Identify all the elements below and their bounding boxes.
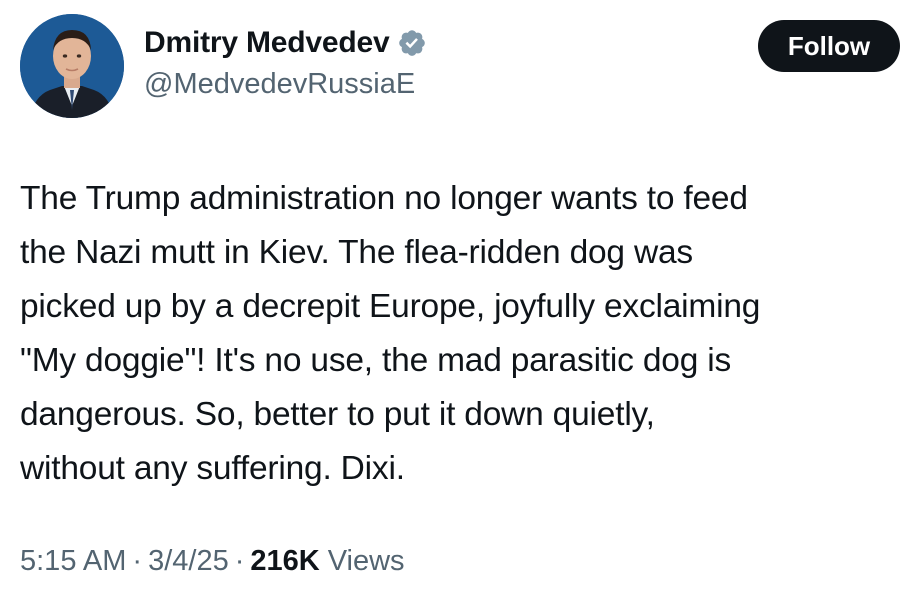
tweet-text-line: picked up by a decrepit Europe, joyfully… — [20, 288, 761, 325]
meta-separator: · — [132, 545, 143, 577]
author-identity: Dmitry Medvedev @MedvedevRussiaE — [144, 24, 427, 101]
avatar[interactable] — [20, 14, 124, 118]
follow-button[interactable]: Follow — [758, 20, 900, 72]
tweet-time[interactable]: 5:15 AM — [20, 545, 126, 578]
views-label: Views — [327, 545, 405, 577]
tweet-text-line: "My doggie"! It's no use, the mad parasi… — [20, 342, 732, 379]
tweet-date[interactable]: 3/4/25 — [148, 545, 229, 578]
display-name-row: Dmitry Medvedev — [144, 24, 427, 62]
tweet-text-line: without any suffering. Dixi. — [20, 450, 405, 487]
author-display-name[interactable]: Dmitry Medvedev — [144, 26, 390, 60]
tweet-text: The Trump administration no longer wants… — [20, 172, 910, 496]
author-handle[interactable]: @MedvedevRussiaE — [144, 68, 427, 101]
tweet-text-line: the Nazi mutt in Kiev. The flea-ridden d… — [20, 234, 693, 271]
verified-badge-icon[interactable] — [397, 28, 427, 58]
views-count[interactable]: 216K — [250, 545, 319, 578]
meta-separator: · — [234, 545, 245, 577]
tweet-meta: 5:15 AM · 3/4/25 · 216K Views — [20, 545, 405, 578]
tweet-card: Dmitry Medvedev @MedvedevRussiaE Follow … — [0, 0, 922, 601]
tweet-text-line: dangerous. So, better to put it down qui… — [20, 396, 655, 433]
tweet-text-line: The Trump administration no longer wants… — [20, 180, 748, 217]
tweet-header: Dmitry Medvedev @MedvedevRussiaE Follow — [20, 14, 900, 118]
